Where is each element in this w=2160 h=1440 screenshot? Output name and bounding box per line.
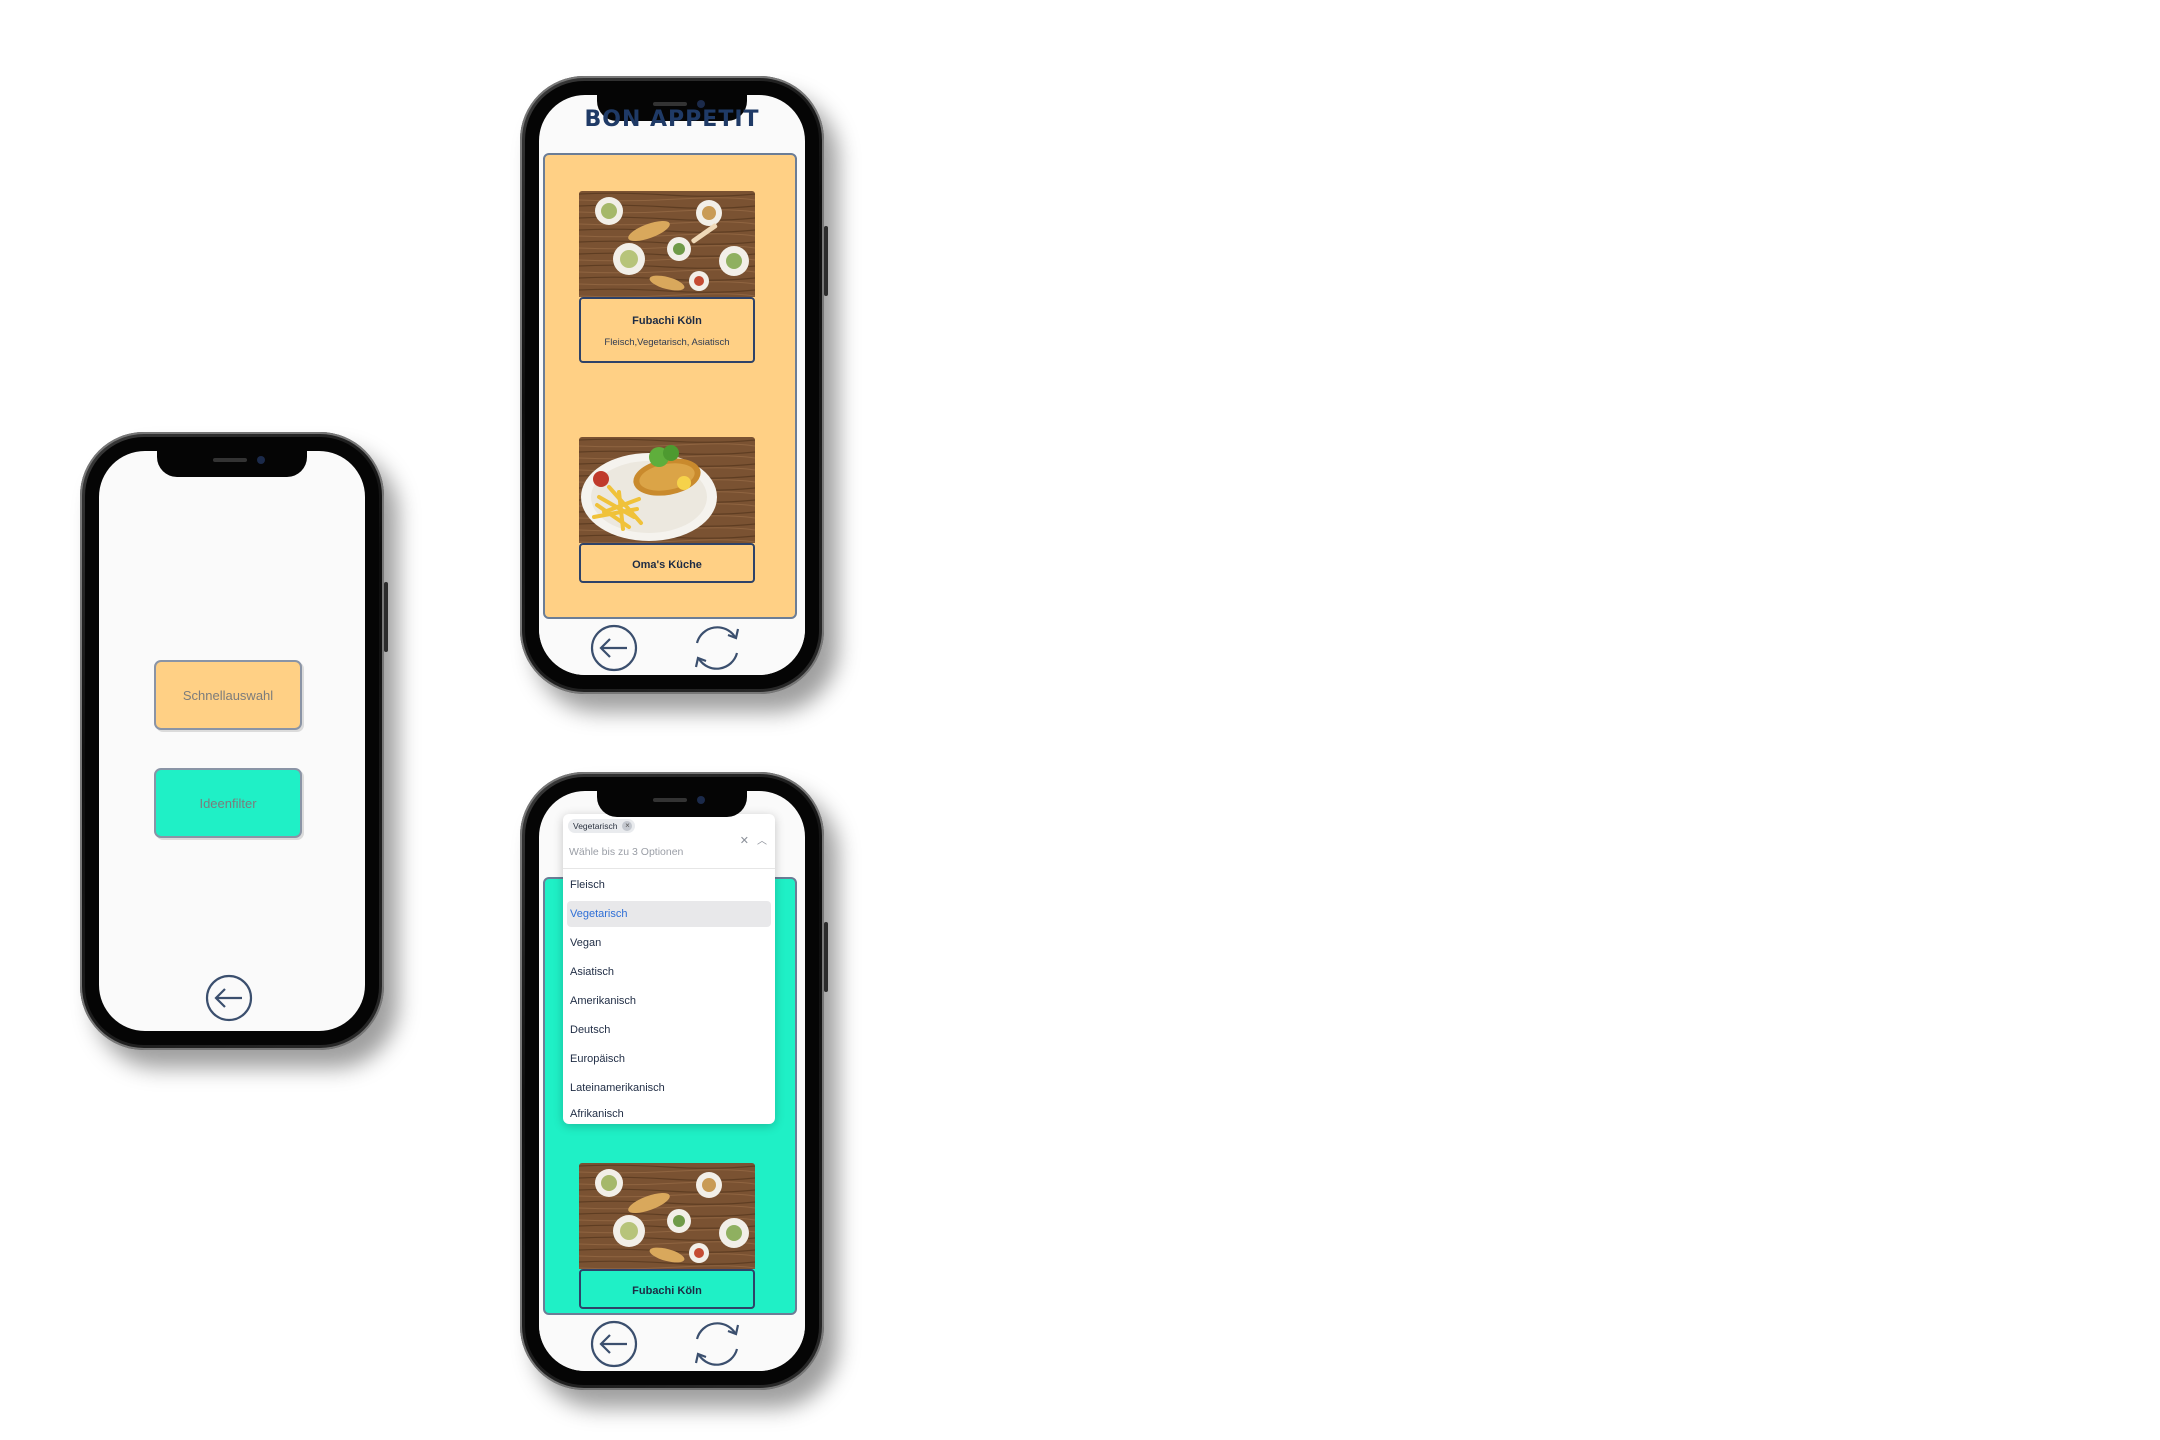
- refresh-icon[interactable]: [689, 621, 745, 675]
- notch: [597, 791, 747, 817]
- bottom-bar: [539, 1315, 805, 1371]
- restaurant-name: Fubachi Köln: [632, 315, 702, 327]
- idea-filter-button[interactable]: Ideenfilter: [154, 768, 302, 838]
- restaurant-image[interactable]: [579, 437, 755, 543]
- page-title: BON APPETIT: [584, 107, 760, 132]
- restaurant-name: Oma's Küche: [632, 559, 702, 571]
- arrow-left-circle-icon[interactable]: [204, 973, 254, 1023]
- chip-label: Vegetarisch: [573, 821, 618, 831]
- side-button: [824, 226, 828, 296]
- restaurant-card[interactable]: Fubachi Köln Fleisch,Vegetarisch, Asiati…: [579, 297, 755, 363]
- cuisine-multiselect[interactable]: Vegetarisch × Wähle bis zu 3 Optionen ✕ …: [563, 814, 775, 1124]
- phone-filter: Fubachi Köln Vegetarisch × Wähle bis zu …: [520, 772, 828, 1390]
- phone-menu: Schnellauswahl Ideenfilter: [80, 432, 388, 1050]
- quick-select-button[interactable]: Schnellauswahl: [154, 660, 302, 730]
- option-amerikanisch[interactable]: Amerikanisch: [567, 988, 771, 1014]
- option-afrikanisch[interactable]: Afrikanisch: [567, 1104, 771, 1124]
- arrow-left-circle-icon[interactable]: [589, 1319, 639, 1369]
- restaurant-tags: Fleisch,Vegetarisch, Asiatisch: [604, 337, 730, 348]
- results-screen: BON APPETIT Fubachi Köln Fleisch,Vegetar…: [539, 95, 805, 675]
- option-vegetarisch[interactable]: Vegetarisch: [567, 901, 771, 927]
- multiselect-header[interactable]: Vegetarisch × Wähle bis zu 3 Optionen ✕ …: [563, 814, 775, 869]
- multiselect-placeholder: Wähle bis zu 3 Optionen: [569, 846, 684, 858]
- side-button: [384, 582, 388, 652]
- selected-chip: Vegetarisch ×: [568, 819, 636, 833]
- restaurant-card[interactable]: Oma's Küche: [579, 543, 755, 583]
- option-lateinamerikanisch[interactable]: Lateinamerikanisch: [567, 1075, 771, 1101]
- clear-icon[interactable]: ✕: [740, 834, 749, 847]
- bottom-bar: [539, 619, 805, 675]
- side-button: [824, 922, 828, 992]
- restaurant-list[interactable]: Fubachi Köln Fleisch,Vegetarisch, Asiati…: [543, 153, 797, 619]
- filter-screen: Fubachi Köln Vegetarisch × Wähle bis zu …: [539, 791, 805, 1371]
- restaurant-card[interactable]: Fubachi Köln: [579, 1269, 755, 1309]
- option-vegan[interactable]: Vegan: [567, 930, 771, 956]
- option-deutsch[interactable]: Deutsch: [567, 1017, 771, 1043]
- menu-screen: Schnellauswahl Ideenfilter: [99, 451, 365, 1031]
- restaurant-name: Fubachi Köln: [632, 1285, 702, 1297]
- chevron-up-icon[interactable]: ︿: [757, 832, 767, 847]
- option-asiatisch[interactable]: Asiatisch: [567, 959, 771, 985]
- chip-remove-icon[interactable]: ×: [622, 821, 633, 831]
- arrow-left-circle-icon[interactable]: [589, 623, 639, 673]
- refresh-icon[interactable]: [689, 1317, 745, 1371]
- phone-results: BON APPETIT Fubachi Köln Fleisch,Vegetar…: [520, 76, 828, 694]
- notch: [157, 451, 307, 477]
- option-fleisch[interactable]: Fleisch: [567, 872, 771, 898]
- option-europaeisch[interactable]: Europäisch: [567, 1046, 771, 1072]
- restaurant-image[interactable]: [579, 1163, 755, 1269]
- restaurant-image[interactable]: [579, 191, 755, 297]
